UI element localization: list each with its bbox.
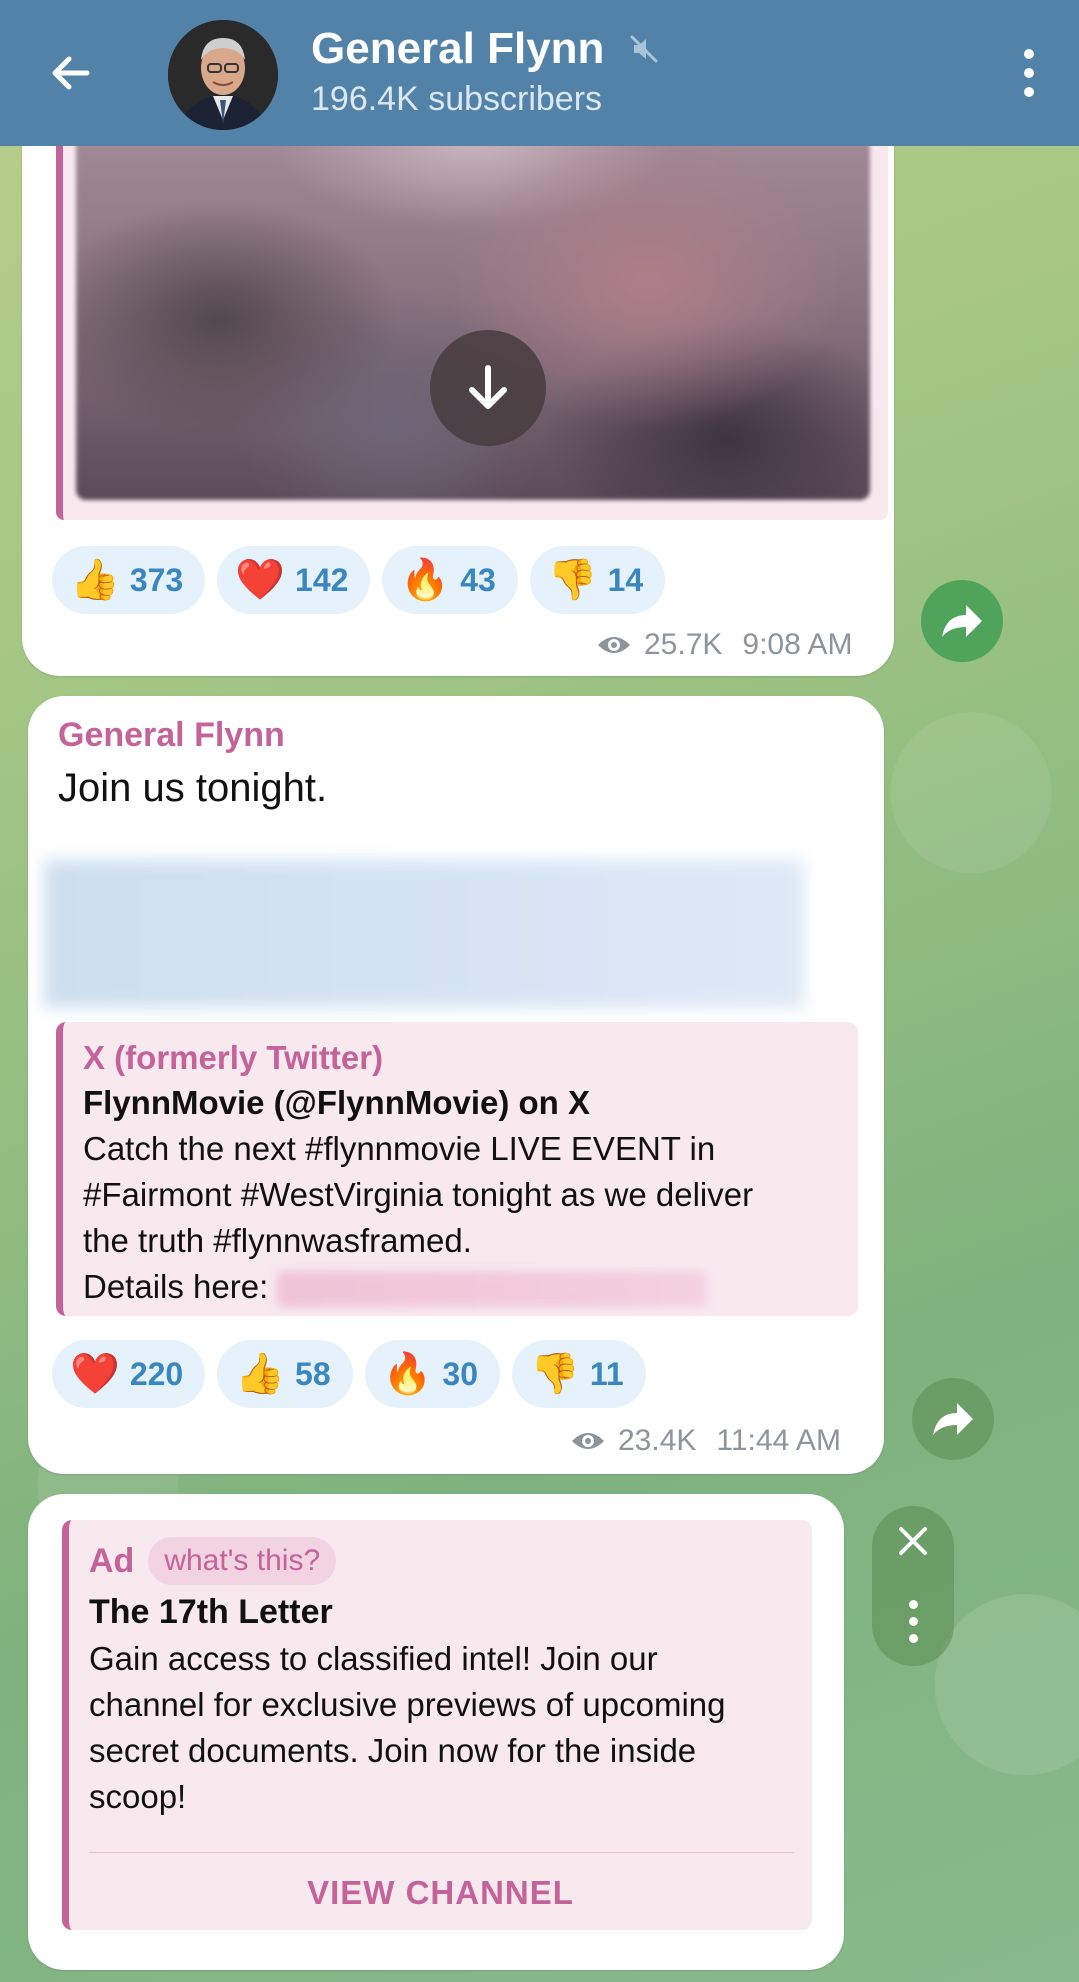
reaction-fire[interactable]: 🔥 30	[364, 1340, 501, 1408]
thumbs-up-icon: 👍	[235, 1352, 286, 1396]
heart-icon: ❤️	[235, 558, 286, 602]
reactions-row: 👍 373 ❤️ 142 🔥 43 👎 14	[52, 546, 666, 614]
divider	[89, 1852, 794, 1853]
reaction-thumbs-down[interactable]: 👎 11	[512, 1340, 646, 1408]
preview-details-line: Details here:	[83, 1264, 838, 1310]
subscriber-count: 196.4K subscribers	[311, 80, 603, 118]
preview-description-line: the truth #flynnwasframed.	[83, 1222, 472, 1259]
download-button[interactable]	[430, 330, 546, 446]
thumbs-down-icon: 👎	[547, 558, 598, 602]
ad-label: Ad	[89, 1541, 135, 1580]
reaction-thumbs-up[interactable]: 👍 58	[217, 1340, 353, 1408]
reaction-heart[interactable]: ❤️ 220	[52, 1340, 206, 1408]
ad-description-line: secret documents. Join now for the insid…	[89, 1732, 697, 1769]
ad-label-row: Ad what's this?	[89, 1534, 792, 1588]
ad-more-button[interactable]	[872, 1586, 954, 1656]
ad-content[interactable]: Ad what's this? The 17th Letter Gain acc…	[62, 1520, 812, 1930]
dot	[1024, 49, 1034, 59]
share-button[interactable]	[921, 580, 1003, 662]
ad-description-line: Gain access to classified intel! Join ou…	[89, 1640, 658, 1677]
details-label: Details here:	[83, 1268, 269, 1305]
preview-description-line: Catch the next #flynnmovie LIVE EVENT in	[83, 1130, 716, 1167]
arrow-left-icon	[52, 56, 90, 90]
heart-icon: ❤️	[70, 1352, 120, 1396]
reaction-count: 220	[129, 1355, 184, 1392]
view-channel-button[interactable]: VIEW CHANNEL	[69, 1860, 812, 1926]
fire-icon: 🔥	[400, 558, 451, 602]
muted-speaker-icon	[630, 35, 658, 63]
message-bubble-2[interactable]: General Flynn Join us tonight. X (former…	[28, 696, 884, 1474]
reactions-row: ❤️ 220 👍 58 🔥 30 👎 11	[52, 1340, 646, 1408]
message-meta: 23.4K 11:44 AM	[570, 1424, 841, 1458]
message-text: Join us tonight.	[58, 766, 328, 810]
dot	[1024, 87, 1034, 97]
reaction-count: 11	[589, 1355, 624, 1392]
reaction-count: 58	[295, 1355, 331, 1392]
reaction-thumbs-up[interactable]: 👍 373	[52, 546, 206, 614]
blurred-details-link[interactable]	[277, 1271, 708, 1308]
thumbs-up-icon: 👍	[70, 558, 120, 602]
preview-site-name: X (formerly Twitter)	[83, 1039, 384, 1076]
close-ad-button[interactable]	[872, 1506, 954, 1576]
reaction-thumbs-down[interactable]: 👎 14	[529, 546, 666, 614]
fire-icon: 🔥	[382, 1352, 433, 1396]
message-time: 9:08 AM	[742, 628, 853, 661]
ad-title: The 17th Letter	[89, 1593, 333, 1631]
link-preview[interactable]: X (formerly Twitter) FlynnMovie (@FlynnM…	[56, 1022, 858, 1316]
message-meta: 25.7K 9:08 AM	[596, 628, 852, 662]
avatar-portrait	[168, 20, 278, 130]
dot	[908, 1633, 918, 1643]
download-arrow-icon	[469, 365, 507, 409]
message-bubble-1[interactable]: 👍 373 ❤️ 142 🔥 43 👎 14 25.7K 9:08 AM	[22, 100, 894, 676]
eye-icon	[598, 637, 630, 653]
more-options-button[interactable]	[999, 42, 1059, 104]
view-count: 23.4K	[618, 1424, 697, 1457]
back-button[interactable]	[40, 42, 102, 104]
share-arrow-icon	[942, 605, 982, 637]
reaction-fire[interactable]: 🔥 43	[382, 546, 518, 614]
thumbs-down-icon: 👎	[530, 1352, 580, 1396]
reaction-count: 373	[129, 561, 184, 598]
ad-controls	[872, 1506, 954, 1666]
ad-description-line: scoop!	[89, 1778, 187, 1815]
message-time: 11:44 AM	[716, 1424, 841, 1457]
reaction-count: 142	[295, 561, 349, 598]
reaction-heart[interactable]: ❤️ 142	[217, 546, 371, 614]
share-arrow-icon	[933, 1403, 973, 1435]
reaction-count: 14	[607, 561, 644, 598]
close-icon	[899, 1527, 927, 1555]
view-count: 25.7K	[644, 628, 723, 661]
channel-avatar[interactable]	[168, 20, 278, 130]
whats-this-button[interactable]: what's this?	[148, 1537, 337, 1585]
preview-description-line: #Fairmont #WestVirginia tonight as we de…	[83, 1176, 754, 1213]
channel-title[interactable]: General Flynn	[311, 24, 660, 74]
dot	[1024, 68, 1034, 78]
dot	[908, 1599, 918, 1609]
blurred-link[interactable]	[44, 860, 804, 1008]
ad-description-line: channel for exclusive previews of upcomi…	[89, 1686, 726, 1723]
channel-header: General Flynn 196.4K subscribers	[0, 0, 1079, 146]
reaction-count: 43	[460, 561, 496, 598]
sponsored-message[interactable]: Ad what's this? The 17th Letter Gain acc…	[28, 1494, 844, 1970]
dot	[908, 1616, 918, 1626]
eye-icon	[572, 1433, 604, 1449]
channel-name: General Flynn	[311, 24, 605, 73]
preview-title: FlynnMovie (@FlynnMovie) on X	[83, 1084, 591, 1121]
reaction-count: 30	[442, 1355, 479, 1392]
share-button[interactable]	[912, 1378, 994, 1460]
sender-name[interactable]: General Flynn	[58, 716, 285, 755]
